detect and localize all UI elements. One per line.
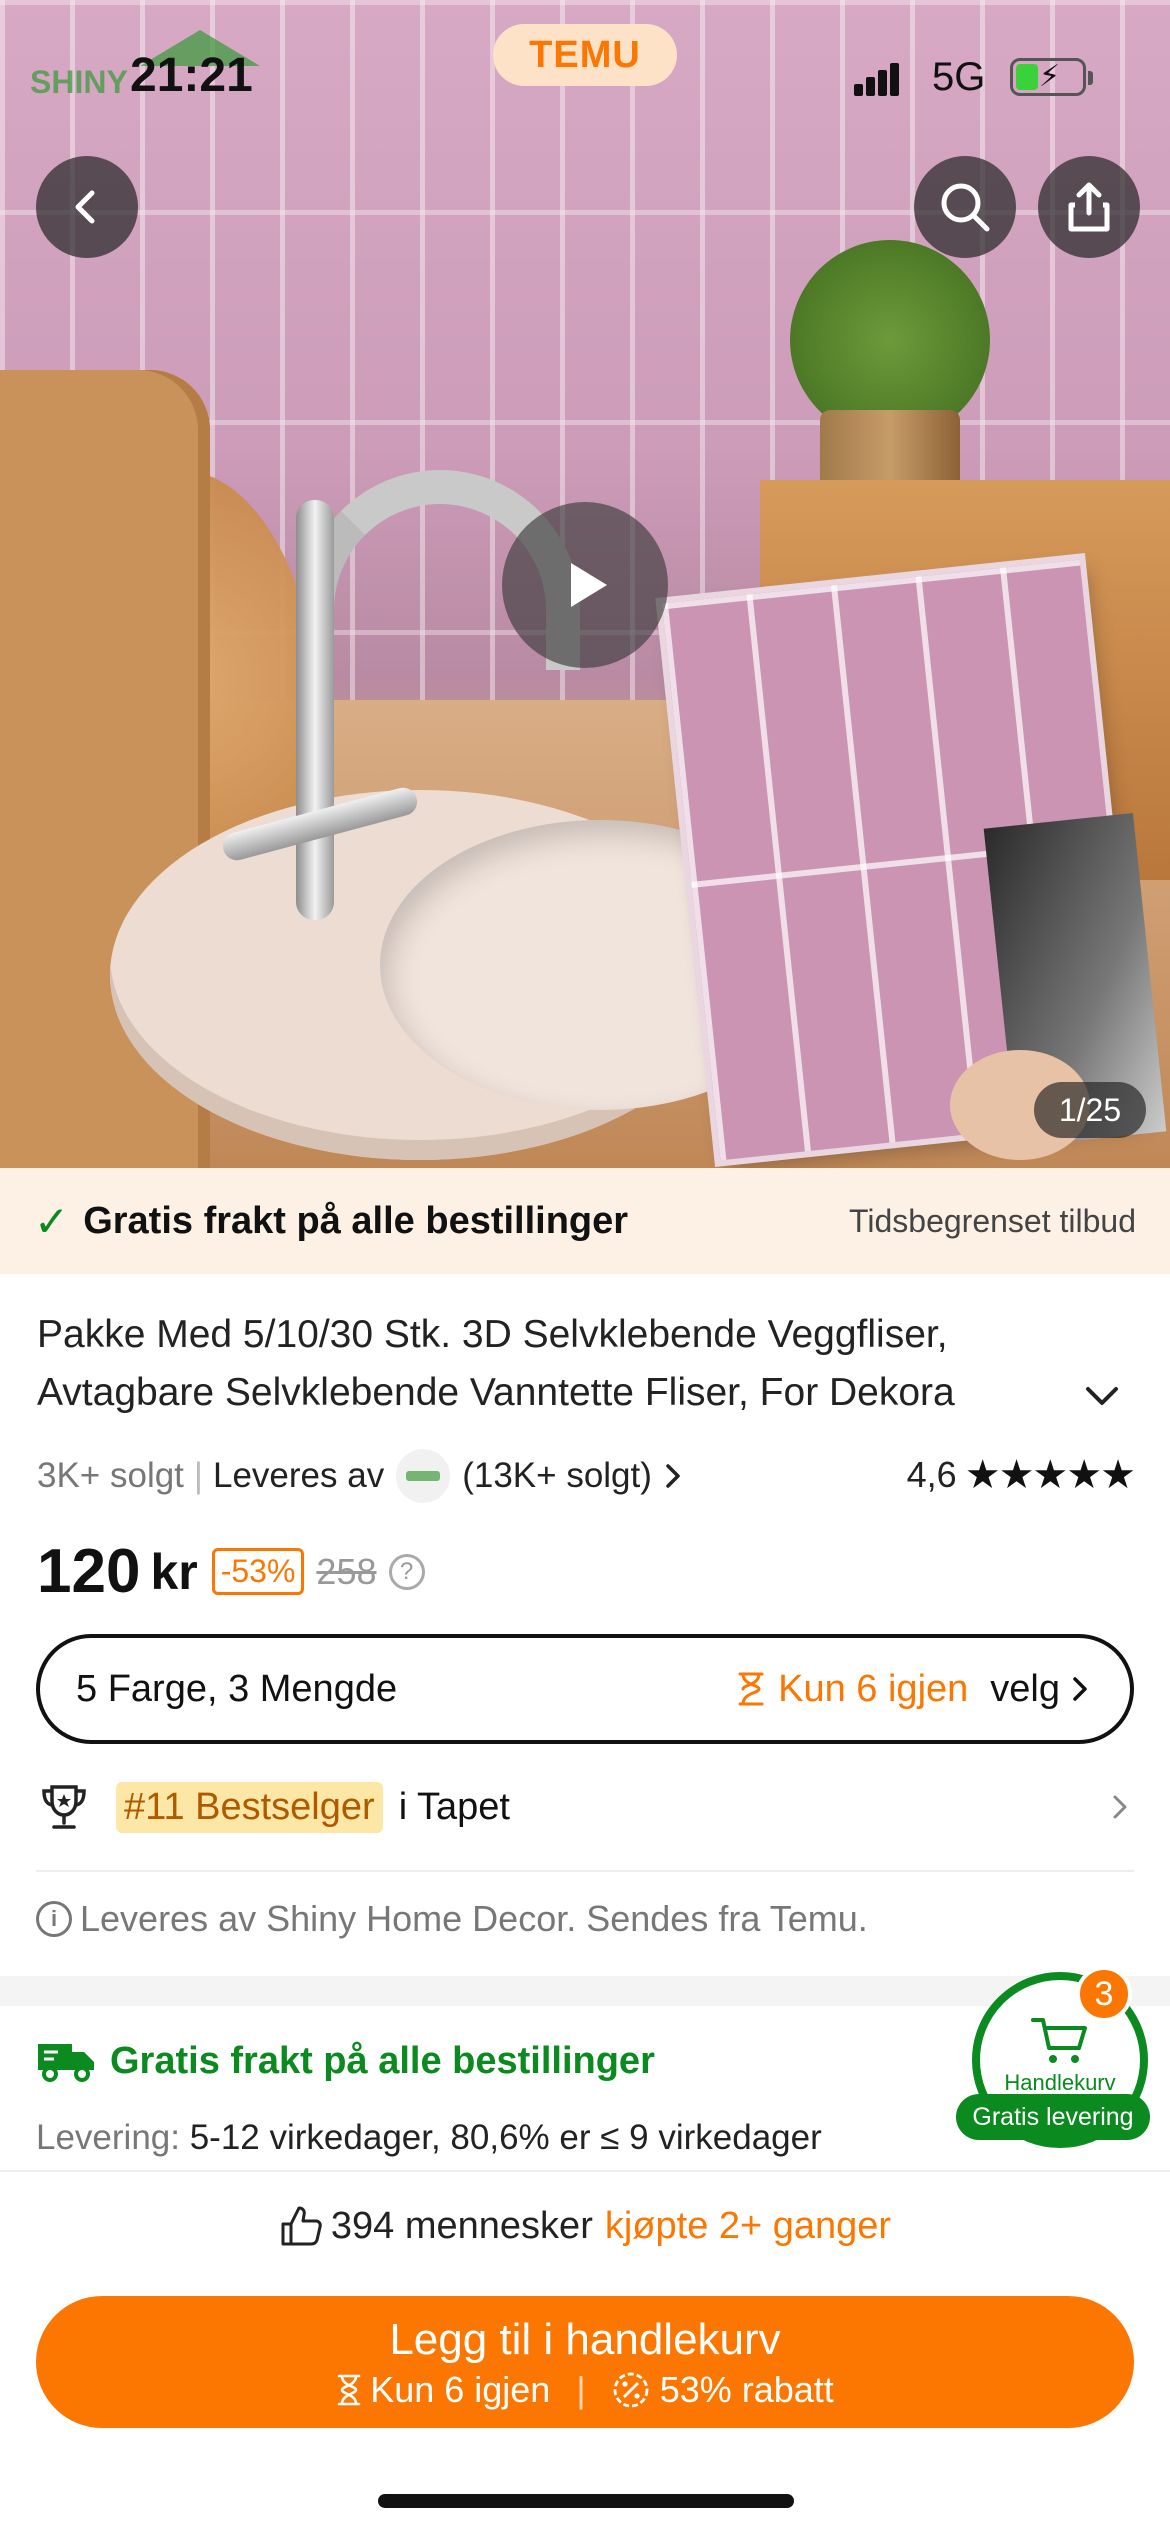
discount-icon [613, 2372, 649, 2408]
stock-warning: Kun 6 igjen [734, 1668, 968, 1711]
chevron-right-icon [1113, 1795, 1127, 1819]
chevron-right-icon [1073, 1677, 1087, 1701]
product-page: { "status_bar": {"time": "21:21", "netwo… [0, 0, 1170, 2532]
chevron-down-icon[interactable] [1082, 1376, 1122, 1416]
trophy-icon [42, 1785, 86, 1829]
play-video-button[interactable] [502, 502, 668, 668]
add-to-cart-subtitle: Kun 6 igjen | 53% rabatt [336, 2369, 834, 2411]
social-proof: 394 mennesker kjøpte 2+ ganger [0, 2204, 1170, 2248]
cart-label: Handlekurv [1004, 2070, 1116, 2095]
help-icon[interactable]: ? [388, 1553, 425, 1590]
cart-count-badge: 3 [1076, 1966, 1132, 2022]
network-type: 5G [932, 55, 986, 99]
truck-icon [38, 2044, 94, 2082]
chevron-right-icon[interactable] [658, 1461, 688, 1491]
seller-logo[interactable] [396, 1449, 451, 1503]
hourglass-icon [738, 1672, 764, 1706]
original-price: 258 [316, 1550, 377, 1592]
variant-selector[interactable]: 5 Farge, 3 Mengde Kun 6 igjen velg [36, 1634, 1134, 1744]
search-button[interactable] [914, 156, 1016, 258]
back-button[interactable] [36, 156, 138, 258]
price-row: 120 kr -53% 258 ? [37, 1536, 425, 1607]
back-icon [75, 190, 95, 224]
image-counter: 1/25 [1034, 1082, 1146, 1138]
add-to-cart-label: Legg til i handlekurv [389, 2315, 781, 2364]
seller-info: i Leveres av Shiny Home Decor. Sendes fr… [36, 1898, 868, 1940]
signal-icon [854, 62, 899, 96]
home-indicator[interactable] [378, 2494, 794, 2508]
seller-sold-count[interactable]: (13K+ solgt) [462, 1456, 652, 1496]
discount-badge: -53% [211, 1548, 305, 1595]
rating-value: 4,6 [906, 1454, 957, 1495]
shipping-section[interactable]: Gratis frakt på alle bestillinger [36, 2038, 655, 2084]
limited-offer-text: Tidsbegrenset tilbud [849, 1202, 1136, 1239]
info-icon: i [36, 1901, 72, 1937]
faucet-body [296, 500, 334, 920]
battery-icon: ⚡ [1010, 58, 1093, 96]
check-icon: ✓ [34, 1197, 70, 1245]
variant-label: 5 Farge, 3 Mengde [76, 1667, 398, 1710]
free-shipping-text: Gratis frakt på alle bestillinger [83, 1199, 629, 1242]
title-line-1: Pakke Med 5/10/30 Stk. 3D Selvklebende V… [37, 1313, 948, 1356]
temu-pill[interactable]: TEMU [493, 24, 677, 86]
status-bar: SHINY 21:21 TEMU 5G ⚡ [0, 0, 1170, 150]
rating[interactable]: 4,6 ★★★★★ [906, 1452, 1136, 1498]
current-price: 120 [37, 1537, 141, 1606]
divider [36, 1870, 1134, 1872]
product-title[interactable]: Pakke Med 5/10/30 Stk. 3D Selvklebende V… [37, 1306, 1047, 1422]
currency: kr [150, 1543, 198, 1600]
share-icon [1068, 182, 1110, 232]
free-delivery-pill: Gratis levering [956, 2094, 1150, 2140]
shipping-title: Gratis frakt på alle bestillinger [110, 2039, 655, 2082]
bestseller-badge: #11 Bestselger [116, 1781, 383, 1833]
play-icon [571, 563, 607, 607]
free-shipping-banner[interactable]: ✓ Gratis frakt på alle bestillinger Tids… [0, 1168, 1170, 1274]
status-time: 21:21 [130, 49, 253, 102]
bestseller-row[interactable]: #11 Bestselger i Tapet [36, 1774, 1134, 1840]
bestseller-category: i Tapet [398, 1785, 510, 1828]
thumbs-up-icon [281, 2206, 322, 2246]
star-rating-icon: ★★★★★ [964, 1453, 1136, 1497]
share-button[interactable] [1038, 156, 1140, 258]
hourglass-icon [337, 2374, 361, 2406]
title-line-2: Avtagbare Selvklebende Vanntette Fliser,… [37, 1371, 955, 1414]
cart-icon [1031, 2018, 1087, 2063]
delivery-estimate: Levering: 5-12 virkedager, 80,6% er ≤ 9 … [36, 2118, 822, 2157]
search-icon [941, 183, 990, 232]
choose-variant[interactable]: velg [990, 1668, 1094, 1711]
delivered-by-label: Leveres av [213, 1456, 385, 1495]
sold-count: 3K+ solgt [37, 1456, 184, 1495]
add-to-cart-button[interactable]: Legg til i handlekurv Kun 6 igjen | 53% … [36, 2296, 1134, 2428]
